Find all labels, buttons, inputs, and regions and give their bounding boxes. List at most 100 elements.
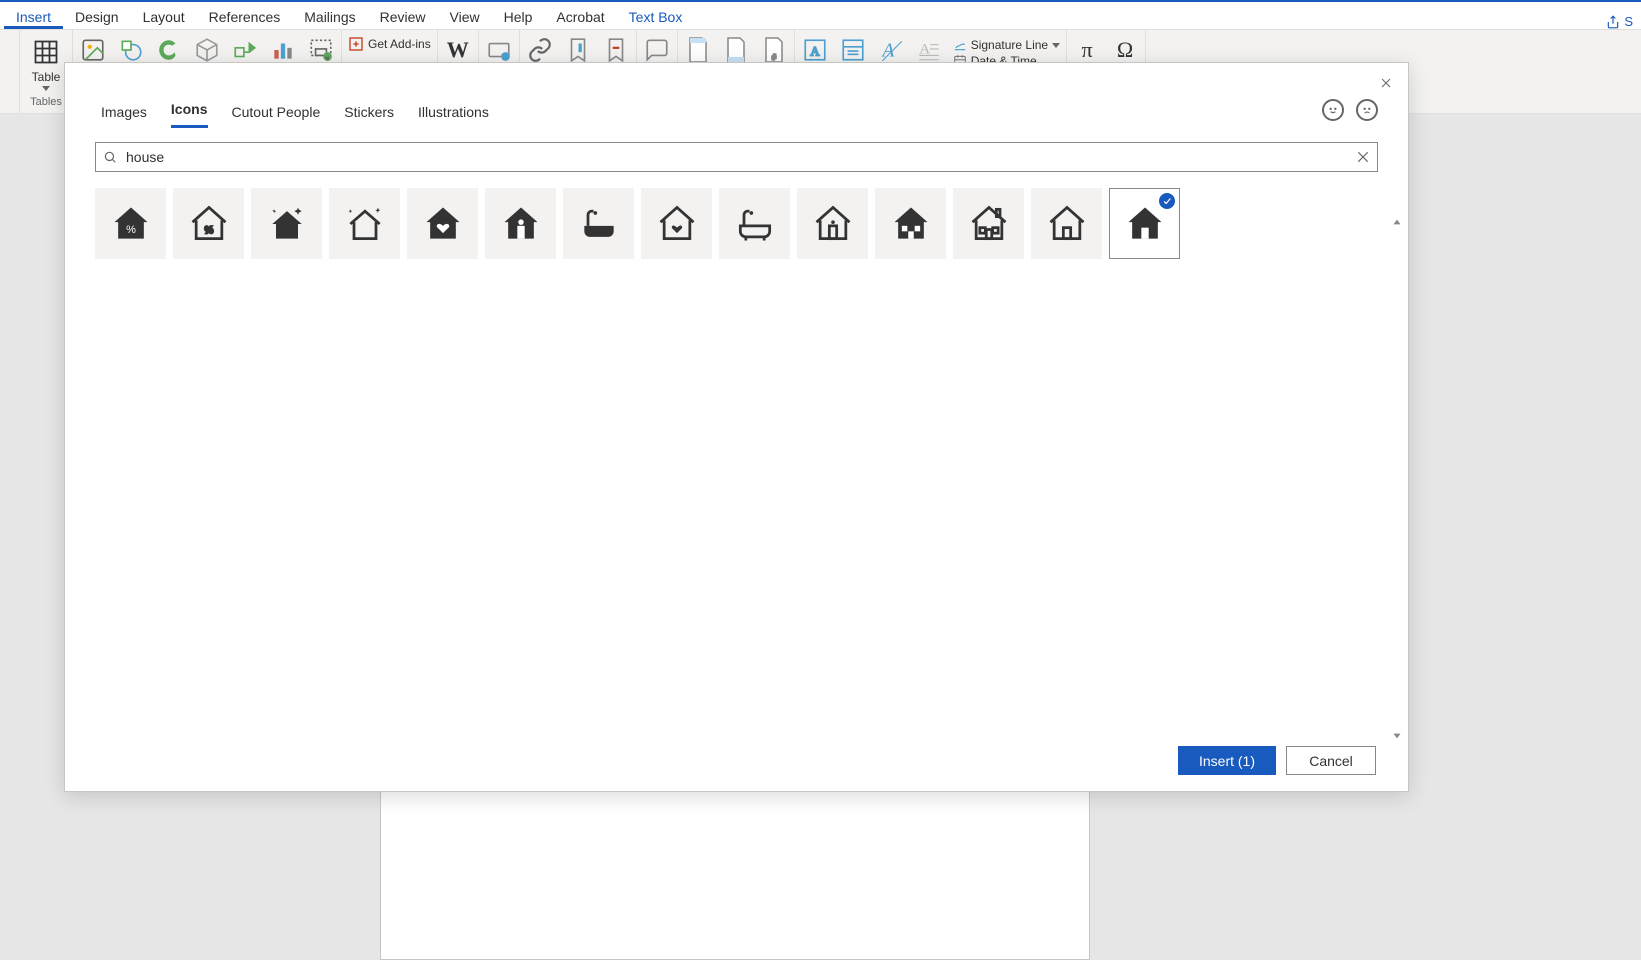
comment-button[interactable] <box>643 36 671 64</box>
chevron-down-icon <box>1052 43 1060 48</box>
icon-tile-house-percent-outline[interactable]: % <box>173 188 244 259</box>
crossref-button[interactable] <box>602 36 630 64</box>
shapes-icon <box>118 37 144 63</box>
bookmark-icon <box>565 37 591 63</box>
symbol-button[interactable]: Ω <box>1111 36 1139 64</box>
smartart-button[interactable] <box>231 36 259 64</box>
icon-tile-house-solid[interactable] <box>1109 188 1180 259</box>
comment-icon <box>644 37 670 63</box>
dropcap-button[interactable]: A <box>915 36 943 64</box>
icon-tile-house-sparkle-outline[interactable] <box>329 188 400 259</box>
icon-tile-bathtub-outline[interactable] <box>719 188 790 259</box>
clear-search-button[interactable] <box>1356 150 1370 164</box>
svg-text:+: + <box>326 55 330 62</box>
cancel-button[interactable]: Cancel <box>1286 746 1376 775</box>
house-simple-outline-icon <box>1045 202 1089 246</box>
cube-icon <box>194 37 220 63</box>
svg-text:A: A <box>919 40 930 57</box>
icon-tile-house-simple-outline[interactable] <box>1031 188 1102 259</box>
ribbon-tab-design[interactable]: Design <box>63 5 131 29</box>
crossref-icon <box>603 37 629 63</box>
tab-stickers[interactable]: Stickers <box>344 104 394 128</box>
ribbon-tab-insert[interactable]: Insert <box>4 5 63 29</box>
scroll-up-icon[interactable] <box>1390 215 1404 229</box>
happy-face-icon <box>1326 103 1340 117</box>
header-button[interactable] <box>684 36 712 64</box>
tables-group-label: Tables <box>30 94 62 108</box>
ribbon-tab-layout[interactable]: Layout <box>131 5 197 29</box>
insert-button[interactable]: Insert (1) <box>1178 746 1276 775</box>
screenshot-button[interactable]: + <box>307 36 335 64</box>
chart-button[interactable] <box>269 36 297 64</box>
icon-tile-house-door-solid[interactable] <box>485 188 556 259</box>
house-solid-icon <box>1123 202 1167 246</box>
wikipedia-button[interactable]: W <box>444 36 472 64</box>
icon-tile-house-heart-solid[interactable] <box>407 188 478 259</box>
footer-button[interactable] <box>722 36 750 64</box>
house-percent-icon: % <box>109 202 153 246</box>
smartart-icon <box>232 37 258 63</box>
equation-button[interactable]: π <box>1073 36 1101 64</box>
quickparts-button[interactable] <box>839 36 867 64</box>
icons-button[interactable] <box>155 36 183 64</box>
icon-tile-house-percent-solid[interactable]: % <box>95 188 166 259</box>
tab-icons[interactable]: Icons <box>171 101 208 128</box>
textbox-button[interactable]: A <box>801 36 829 64</box>
feedback-happy-button[interactable] <box>1322 99 1344 121</box>
search-input[interactable] <box>95 142 1378 172</box>
get-addins-label: Get Add-ins <box>368 37 431 51</box>
wordart-button[interactable]: A <box>877 36 905 64</box>
icon-tile-house-sparkle-solid[interactable] <box>251 188 322 259</box>
house-heart-icon <box>421 202 465 246</box>
header-icon <box>686 36 710 64</box>
picture-icon <box>80 37 106 63</box>
tab-images[interactable]: Images <box>101 104 147 128</box>
dialog-actions: Insert (1) Cancel <box>1178 746 1376 775</box>
search-icon <box>103 150 117 164</box>
bathtub-outline-icon <box>733 202 777 246</box>
signature-line-label: Signature Line <box>971 38 1048 52</box>
bathtub-icon <box>577 202 621 246</box>
link-button[interactable] <box>526 36 554 64</box>
ribbon-tab-references[interactable]: References <box>197 5 293 29</box>
feedback-sad-button[interactable] <box>1356 99 1378 121</box>
ribbon-tab-textbox[interactable]: Text Box <box>617 5 695 29</box>
page-number-button[interactable]: # <box>760 36 788 64</box>
ribbon-tab-help[interactable]: Help <box>492 5 545 29</box>
icons-icon <box>156 37 182 63</box>
chevron-down-icon <box>42 86 50 91</box>
3dmodels-button[interactable] <box>193 36 221 64</box>
signature-line-button[interactable]: Signature Line <box>953 38 1060 52</box>
pictures-button[interactable] <box>79 36 107 64</box>
ribbon-tab-view[interactable]: View <box>438 5 492 29</box>
share-button[interactable]: S <box>1602 14 1637 29</box>
icon-tile-house-heart-outline[interactable] <box>641 188 712 259</box>
house-chimney-outline-icon <box>967 202 1011 246</box>
get-addins-button[interactable]: Get Add-ins <box>348 36 431 52</box>
icon-tile-bathtub-solid[interactable] <box>563 188 634 259</box>
ribbon-tab-acrobat[interactable]: Acrobat <box>544 5 616 29</box>
ribbon-tab-review[interactable]: Review <box>368 5 438 29</box>
tab-illustrations[interactable]: Illustrations <box>418 104 489 128</box>
ribbon-tabs: Insert Design Layout References Mailings… <box>0 2 1641 30</box>
addins-icon <box>348 36 364 52</box>
house-sparkle-outline-icon <box>343 202 387 246</box>
icon-tile-house-windows-solid[interactable] <box>875 188 946 259</box>
signature-icon <box>953 38 967 52</box>
dialog-tabs: Images Icons Cutout People Stickers Illu… <box>65 63 1408 128</box>
dropcap-icon: A <box>916 37 942 63</box>
video-icon <box>486 37 512 63</box>
ribbon-tab-mailings[interactable]: Mailings <box>292 5 367 29</box>
house-percent-outline-icon: % <box>187 202 231 246</box>
scroll-down-icon[interactable] <box>1390 729 1404 743</box>
search-wrap <box>95 142 1378 172</box>
online-video-button[interactable] <box>485 36 513 64</box>
bookmark-button[interactable] <box>564 36 592 64</box>
table-button[interactable]: Table <box>26 36 66 91</box>
svg-text:#: # <box>771 53 776 62</box>
house-door-icon <box>499 202 543 246</box>
tab-cutout-people[interactable]: Cutout People <box>232 104 321 128</box>
icon-tile-house-chimney-outline[interactable] <box>953 188 1024 259</box>
shapes-button[interactable] <box>117 36 145 64</box>
icon-tile-house-door-outline[interactable] <box>797 188 868 259</box>
